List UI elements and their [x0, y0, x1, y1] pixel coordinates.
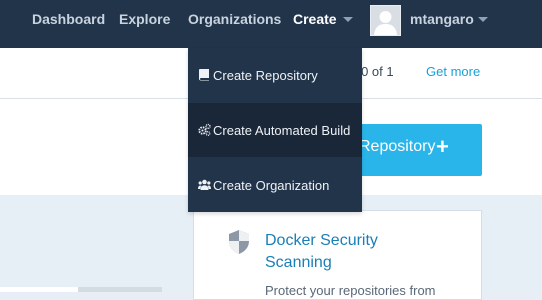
shield-icon [229, 230, 249, 254]
top-nav-bar: Dashboard Explore Organizations Create m… [0, 0, 542, 48]
nav-create-menu-toggle[interactable]: Create [293, 11, 337, 27]
user-avatar[interactable] [370, 5, 401, 36]
nav-explore-link[interactable]: Explore [119, 11, 170, 27]
menu-item-label: Create Repository [213, 68, 318, 83]
chevron-down-icon[interactable] [343, 17, 353, 22]
create-repository-button[interactable]: Repository + [343, 124, 482, 176]
users-icon [198, 179, 211, 190]
create-dropdown-menu: Create Repository Create Automated Build… [188, 48, 362, 212]
menu-item-create-repository[interactable]: Create Repository [188, 48, 362, 102]
create-repository-label: Repository [359, 138, 436, 155]
card-description: Protect your repositories from [265, 283, 436, 298]
menu-item-create-automated-build[interactable]: Create Automated Build [188, 103, 362, 157]
cogs-icon [198, 123, 211, 136]
nav-dashboard-link[interactable]: Dashboard [32, 11, 105, 27]
menu-item-label: Create Organization [213, 178, 330, 193]
card-title[interactable]: Docker Security Scanning [265, 230, 415, 274]
nav-organizations-link[interactable]: Organizations [188, 11, 281, 27]
get-more-link[interactable]: Get more [426, 64, 480, 79]
user-silhouette-icon [371, 6, 400, 35]
chevron-down-icon[interactable] [478, 17, 488, 22]
list-tab-inactive[interactable] [78, 287, 162, 292]
plus-icon: + [436, 134, 449, 159]
list-tab-active[interactable] [0, 287, 78, 292]
book-icon [199, 69, 209, 81]
user-menu-name[interactable]: mtangaro [410, 11, 474, 27]
menu-item-create-organization[interactable]: Create Organization [188, 158, 362, 212]
menu-item-label: Create Automated Build [213, 123, 351, 138]
